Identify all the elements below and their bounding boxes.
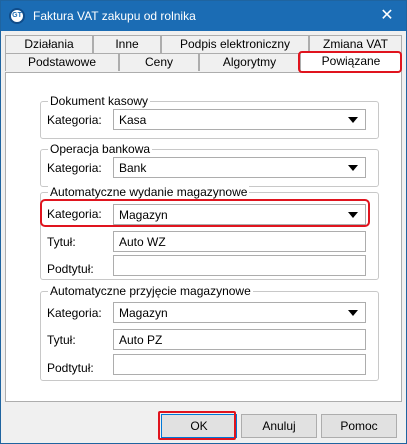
kategoria-magazyn-przyjecie-select[interactable]: Magazyn: [113, 302, 366, 323]
group-wydanie-magazynowe: Automatyczne wydanie magazynowe Kategori…: [40, 185, 379, 280]
chevron-down-icon: [348, 310, 358, 316]
chevron-down-icon: [348, 212, 358, 218]
podtytul-przyjecie-field[interactable]: [113, 354, 366, 375]
close-icon[interactable]: ✕: [378, 7, 396, 25]
podtytul-wydanie-field[interactable]: [113, 255, 366, 276]
podtytul-przyjecie-input[interactable]: [114, 355, 365, 374]
app-logo-icon: GT: [9, 8, 25, 24]
tytul-wydanie-input[interactable]: [114, 232, 365, 251]
group-title: Automatyczne przyjęcie magazynowe: [48, 284, 253, 298]
chevron-down-icon: [348, 165, 358, 171]
tytul-wydanie-field[interactable]: [113, 231, 366, 252]
podtytul-label: Podtytuł:: [47, 361, 94, 375]
group-dokument-kasowy: Dokument kasowy Kategoria: Kasa: [40, 94, 379, 139]
podtytul-wydanie-input[interactable]: [114, 256, 365, 275]
tab-inne[interactable]: Inne: [93, 35, 161, 53]
kategoria-label: Kategoria:: [47, 207, 102, 221]
group-title: Dokument kasowy: [48, 94, 151, 108]
tytul-label: Tytuł:: [47, 333, 76, 347]
select-value: Kasa: [119, 113, 147, 127]
window-title: Faktura VAT zakupu od rolnika: [33, 9, 196, 23]
group-title: Operacja bankowa: [48, 142, 153, 156]
podtytul-label: Podtytuł:: [47, 262, 94, 276]
tytul-przyjecie-input[interactable]: [114, 330, 365, 349]
select-value: Bank: [119, 161, 147, 175]
kategoria-label: Kategoria:: [47, 161, 102, 175]
title-bar[interactable]: GT Faktura VAT zakupu od rolnika ✕: [1, 1, 406, 31]
tab-powiazane[interactable]: Powiązane: [300, 52, 402, 73]
tytul-przyjecie-field[interactable]: [113, 329, 366, 350]
group-operacja-bankowa: Operacja bankowa Kategoria: Bank: [40, 142, 379, 187]
kategoria-label: Kategoria:: [47, 113, 102, 127]
kategoria-kasa-select[interactable]: Kasa: [113, 109, 366, 130]
select-value: Magazyn: [119, 208, 168, 222]
pomoc-button[interactable]: Pomoc: [321, 414, 397, 438]
tab-podstawowe[interactable]: Podstawowe: [5, 53, 119, 71]
anuluj-button[interactable]: Anuluj: [241, 414, 317, 438]
ok-button[interactable]: OK: [161, 414, 237, 438]
chevron-down-icon: [348, 117, 358, 123]
select-value: Magazyn: [119, 306, 168, 320]
dialog-window: GT Faktura VAT zakupu od rolnika ✕ Dział…: [0, 0, 407, 444]
kategoria-bank-select[interactable]: Bank: [113, 157, 366, 178]
tab-zmiana-vat[interactable]: Zmiana VAT: [309, 35, 402, 53]
tab-algorytmy[interactable]: Algorytmy: [199, 53, 300, 71]
tab-panel-powiazane: Dokument kasowy Kategoria: Kasa Operacja…: [5, 72, 402, 402]
tab-podpis-elektroniczny[interactable]: Podpis elektroniczny: [161, 35, 309, 53]
group-przyjecie-magazynowe: Automatyczne przyjęcie magazynowe Katego…: [40, 284, 379, 381]
kategoria-magazyn-wydanie-select[interactable]: Magazyn: [113, 204, 366, 225]
kategoria-label: Kategoria:: [47, 306, 102, 320]
group-title: Automatyczne wydanie magazynowe: [48, 185, 250, 199]
tytul-label: Tytuł:: [47, 235, 76, 249]
tab-ceny[interactable]: Ceny: [119, 53, 199, 71]
tab-dzialania[interactable]: Działania: [5, 35, 93, 53]
